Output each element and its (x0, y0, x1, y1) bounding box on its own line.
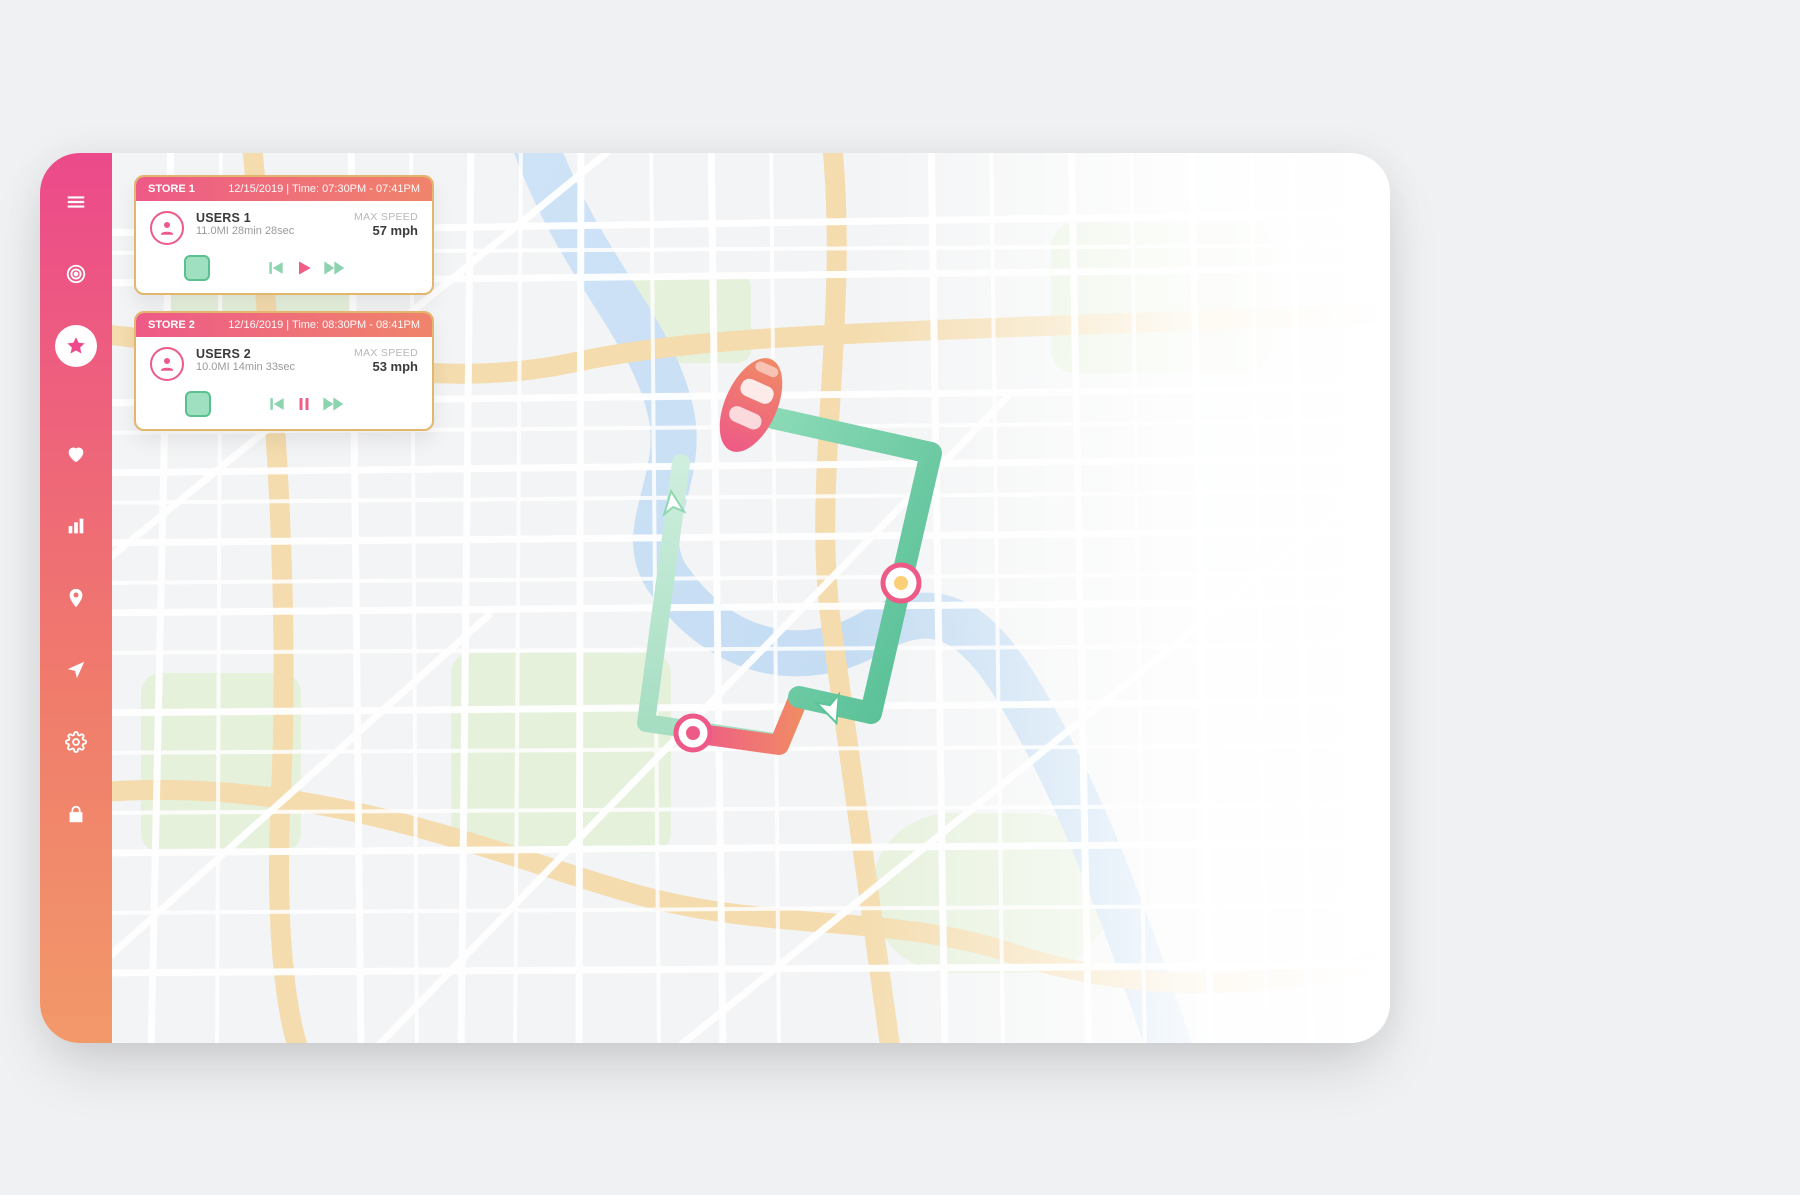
pin-icon[interactable] (55, 577, 97, 619)
navigation-icon[interactable] (55, 649, 97, 691)
user-avatar-icon (150, 347, 184, 381)
store-label: STORE 2 (148, 319, 195, 331)
sidebar (40, 153, 112, 1043)
fast-forward-button[interactable] (321, 394, 349, 414)
start-marker (676, 716, 710, 750)
route-cards: STORE 1 12/15/2019 | Time: 07:30PM - 07:… (134, 175, 434, 431)
user-name: USERS 2 (196, 347, 295, 361)
user-name: USERS 1 (196, 211, 294, 225)
max-speed-label: MAX SPEED (354, 211, 418, 223)
target-icon[interactable] (55, 253, 97, 295)
max-speed-value: 53 mph (354, 359, 418, 374)
vehicle-icon (707, 348, 795, 461)
play-button[interactable] (294, 258, 314, 278)
heart-icon[interactable] (55, 433, 97, 475)
map-area[interactable]: STORE 1 12/15/2019 | Time: 07:30PM - 07:… (112, 153, 1390, 1043)
fast-forward-button[interactable] (322, 258, 350, 278)
user-subtext: 11.0MI 28min 28sec (196, 225, 294, 237)
play-controls (136, 249, 432, 293)
menu-icon[interactable] (55, 181, 97, 223)
stop-button[interactable] (184, 255, 210, 281)
max-speed-value: 57 mph (354, 223, 418, 238)
card-datetime: 12/15/2019 | Time: 07:30PM - 07:41PM (228, 183, 420, 195)
app-frame: STORE 1 12/15/2019 | Time: 07:30PM - 07:… (40, 153, 1390, 1043)
route-card[interactable]: STORE 1 12/15/2019 | Time: 07:30PM - 07:… (134, 175, 434, 295)
play-controls (136, 385, 432, 429)
bar-chart-icon[interactable] (55, 505, 97, 547)
previous-button[interactable] (266, 258, 286, 278)
waypoint-marker (883, 565, 919, 601)
previous-button[interactable] (267, 394, 287, 414)
pause-button[interactable] (295, 394, 313, 414)
stop-button[interactable] (185, 391, 211, 417)
lock-icon[interactable] (55, 793, 97, 835)
store-label: STORE 1 (148, 183, 195, 195)
user-subtext: 10.0MI 14min 33sec (196, 361, 295, 373)
user-avatar-icon (150, 211, 184, 245)
gear-icon[interactable] (55, 721, 97, 763)
max-speed-label: MAX SPEED (354, 347, 418, 359)
card-header: STORE 2 12/16/2019 | Time: 08:30PM - 08:… (136, 313, 432, 337)
card-datetime: 12/16/2019 | Time: 08:30PM - 08:41PM (228, 319, 420, 331)
route-card[interactable]: STORE 2 12/16/2019 | Time: 08:30PM - 08:… (134, 311, 434, 431)
star-icon[interactable] (55, 325, 97, 367)
card-header: STORE 1 12/15/2019 | Time: 07:30PM - 07:… (136, 177, 432, 201)
